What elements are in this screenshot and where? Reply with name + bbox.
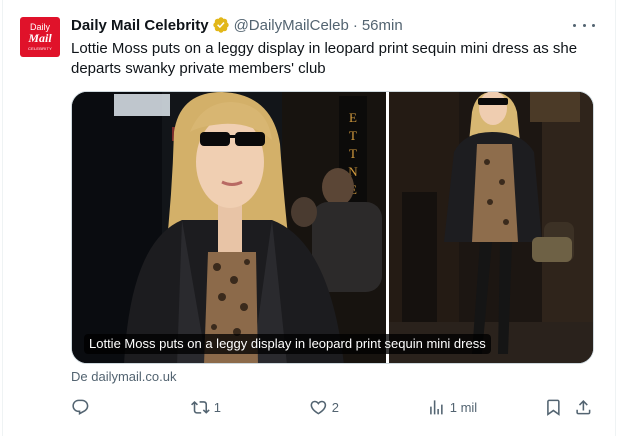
verified-badge-icon[interactable]: [212, 16, 230, 34]
like-count: 2: [331, 399, 339, 415]
avatar-line-2: Mail: [28, 31, 52, 45]
sign-letter: T: [349, 128, 357, 143]
bookmark-button[interactable]: [544, 397, 563, 417]
more-icon[interactable]: [573, 16, 595, 34]
tweet-header: Daily Mail Celebrity @DailyMailCeleb · 5…: [71, 15, 403, 35]
tweet-actions: 1 2 1 mil: [3, 397, 620, 417]
views-icon: [430, 399, 443, 415]
tweet-timestamp[interactable]: 56min: [362, 17, 403, 34]
like-icon: [310, 400, 327, 415]
share-icon: [576, 399, 591, 415]
like-button[interactable]: 2: [309, 397, 339, 417]
tweet-text: Lottie Moss puts on a leggy display in l…: [71, 40, 578, 77]
author-handle[interactable]: @DailyMailCeleb: [234, 17, 349, 34]
bookmark-icon: [547, 399, 560, 416]
card-caption: Lottie Moss puts on a leggy display in l…: [84, 334, 491, 354]
sign-letter: T: [349, 146, 357, 161]
avatar[interactable]: Daily Mail CELEBRITY: [20, 17, 60, 57]
reply-button[interactable]: [71, 397, 94, 417]
card-photo-illustration: E T T N E R S: [72, 92, 593, 363]
card-source-link[interactable]: De dailymail.co.uk: [71, 369, 177, 384]
link-card-image[interactable]: E T T N E R S: [71, 91, 594, 364]
share-button[interactable]: [574, 397, 593, 417]
author-name[interactable]: Daily Mail Celebrity: [71, 17, 209, 34]
retweet-icon: [191, 400, 210, 414]
reply-icon: [72, 399, 89, 415]
avatar-line-3: CELEBRITY: [27, 46, 53, 51]
tweet-article[interactable]: Daily Mail CELEBRITY Daily Mail Celebrit…: [2, 0, 616, 436]
views-count: 1 mil: [449, 399, 478, 415]
separator-dot: ·: [352, 16, 358, 34]
sign-letter: E: [349, 110, 357, 125]
retweet-button[interactable]: 1: [191, 397, 221, 417]
retweet-count: 1: [213, 399, 221, 415]
views-button[interactable]: 1 mil: [427, 397, 477, 417]
